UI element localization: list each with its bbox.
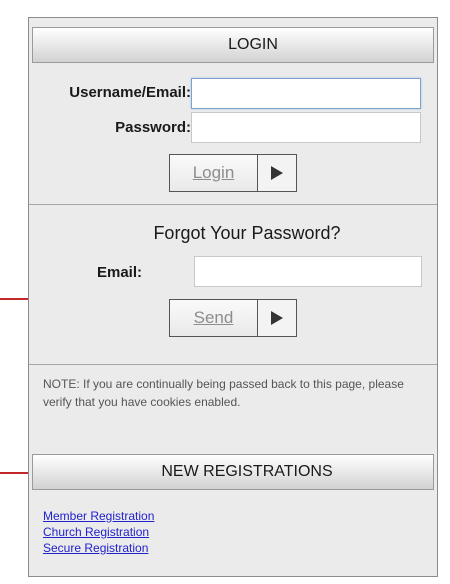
login-panel: LOGIN Username/Email: Password: Login Fo… (28, 17, 438, 577)
password-input[interactable] (191, 112, 421, 143)
send-button-label: Send (170, 300, 258, 336)
play-triangle-icon (258, 300, 296, 336)
section-divider (29, 364, 437, 365)
username-label: Username/Email: (69, 84, 191, 101)
forgot-password-title: Forgot Your Password? (153, 223, 341, 243)
church-registration-link[interactable]: Church Registration (43, 525, 149, 539)
login-button[interactable]: Login (169, 154, 297, 192)
cookie-note: NOTE: If you are continually being passe… (43, 377, 404, 409)
password-label: Password: (115, 119, 191, 136)
section-divider (29, 204, 437, 205)
registrations-header: NEW REGISTRATIONS (32, 454, 434, 490)
send-button[interactable]: Send (169, 299, 297, 337)
member-registration-link[interactable]: Member Registration (43, 509, 154, 523)
username-input[interactable] (191, 78, 421, 109)
forgot-email-input[interactable] (194, 256, 422, 287)
play-triangle-icon (258, 155, 296, 191)
login-header: LOGIN (32, 27, 434, 63)
secure-registration-link[interactable]: Secure Registration (43, 541, 148, 555)
email-label: Email: (97, 264, 143, 281)
login-button-label: Login (170, 155, 258, 191)
